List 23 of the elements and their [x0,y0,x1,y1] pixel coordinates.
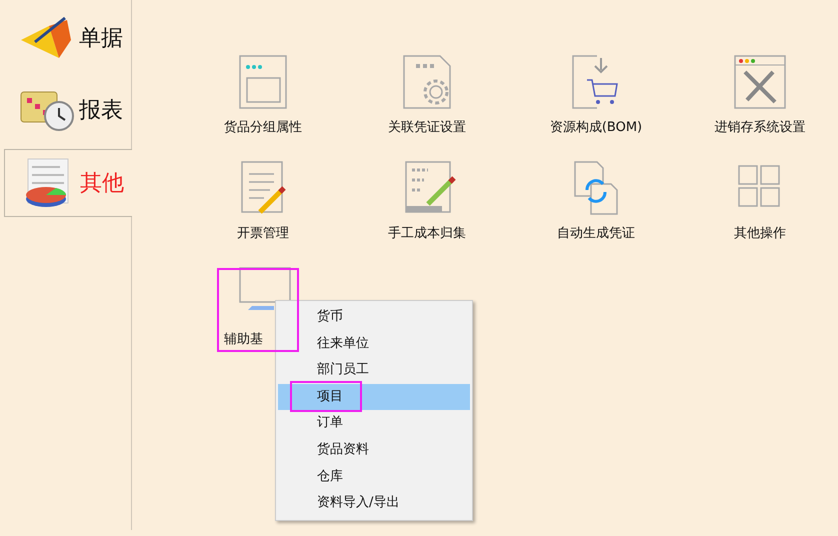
sidebar-label: 报表 [79,97,123,125]
menu-item[interactable]: 往来单位 [278,330,470,358]
highlight-frame [290,381,362,412]
menu-item[interactable]: 货品资料 [278,436,470,464]
tile-label[interactable]: 手工成本归集 [388,224,466,242]
sidebar-label: 单据 [79,25,123,53]
tile-label[interactable]: 其他操作 [734,224,786,242]
sidebar-tab[interactable]: 报表 [0,74,131,146]
menu-item[interactable]: 资料导入/导出 [278,490,470,517]
sidebar-tab[interactable]: 单据 [0,2,131,74]
sidebar-label: 其他 [80,170,124,198]
menu-item[interactable]: 货币 [278,304,470,331]
tile-label[interactable]: 开票管理 [237,224,289,242]
tile-label[interactable]: 货品分组属性 [224,118,302,136]
tile-label[interactable]: 资源构成(BOM) [550,118,642,136]
menu-item[interactable]: 订单 [278,410,470,437]
tile-label[interactable]: 关联凭证设置 [388,118,466,136]
sidebar-tab[interactable]: 其他 [4,149,132,217]
menu-item[interactable]: 项目 [278,384,470,410]
menu-item[interactable]: 部门员工 [278,357,470,384]
tile-label[interactable]: 进销存系统设置 [714,118,806,136]
menu-item[interactable]: 仓库 [278,464,470,490]
tile-label[interactable]: 自动生成凭证 [557,224,635,242]
